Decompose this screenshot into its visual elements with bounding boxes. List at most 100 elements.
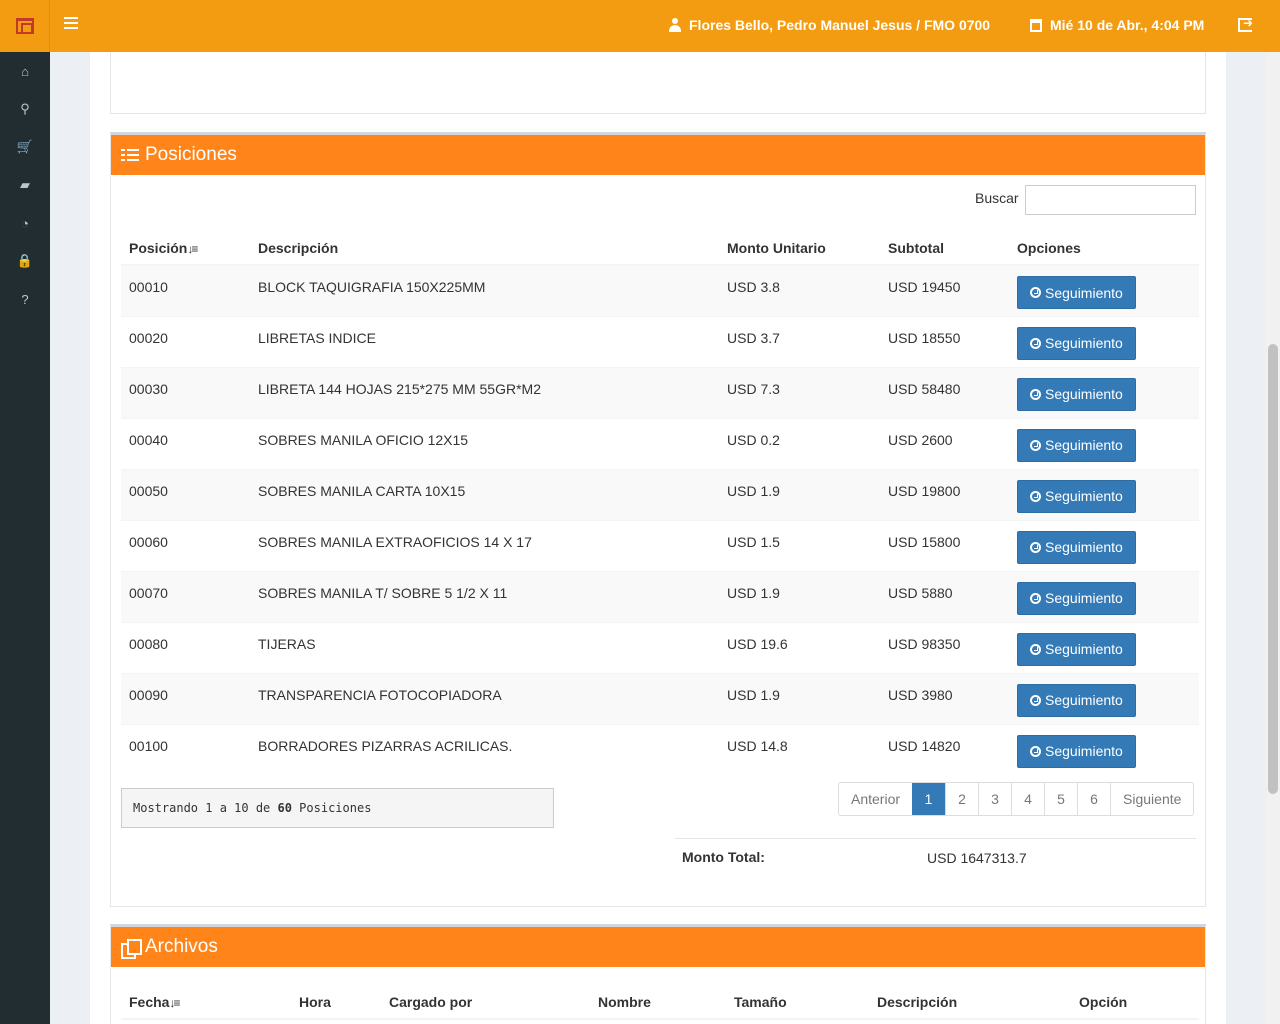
cell-posicion: 00060 — [121, 519, 250, 571]
cell-posicion: 00010 — [121, 264, 250, 316]
seguimiento-button[interactable]: Seguimiento — [1017, 530, 1136, 564]
lock-icon[interactable]: 🔒 — [0, 242, 50, 280]
menu-toggle-icon[interactable] — [64, 17, 78, 29]
cell-opciones: Seguimiento — [1009, 417, 1199, 469]
cell-opciones: Seguimiento — [1009, 315, 1199, 367]
sort-icon[interactable]: ↓≡ — [187, 242, 198, 256]
pagination-page[interactable]: 6 — [1077, 783, 1110, 815]
cell-monto-unitario: USD 3.8 — [719, 264, 880, 316]
pagination-next[interactable]: Siguiente — [1110, 783, 1193, 815]
dashboard-icon — [1030, 337, 1041, 349]
cell-monto-unitario: USD 7.3 — [719, 366, 880, 418]
cell-subtotal: USD 14820 — [880, 723, 1009, 775]
col-hora[interactable]: Hora — [291, 985, 381, 1020]
dashboard-icon — [1030, 643, 1041, 655]
col-descripcion[interactable]: Descripción — [250, 231, 719, 266]
cell-descripcion: SOBRES MANILA EXTRAOFICIOS 14 X 17 — [250, 519, 719, 571]
col-cargado-por[interactable]: Cargado por — [381, 985, 590, 1020]
col-opciones: Opciones — [1009, 231, 1199, 266]
pie-chart-icon[interactable]: ◔ — [0, 204, 50, 242]
col-monto-unitario[interactable]: Monto Unitario — [719, 231, 880, 266]
posiciones-header: Posiciones — [111, 135, 1205, 175]
table-row: 00020 LIBRETAS INDICE USD 3.7 USD 18550 Segu… — [121, 315, 1199, 367]
col-posicion[interactable]: Posición↓≡ — [121, 231, 250, 266]
top-header: Flores Bello, Pedro Manuel Jesus / FMO 0… — [50, 0, 1280, 52]
cell-descripcion: LIBRETAS INDICE — [250, 315, 719, 367]
cell-posicion: 00050 — [121, 468, 250, 520]
seguimiento-button[interactable]: Seguimiento — [1017, 276, 1136, 309]
seguimiento-button[interactable]: Seguimiento — [1017, 581, 1136, 615]
logo[interactable] — [0, 0, 50, 52]
seguimiento-button[interactable]: Seguimiento — [1017, 632, 1136, 666]
logo-icon — [15, 18, 34, 34]
seguimiento-button[interactable]: Seguimiento — [1017, 428, 1136, 462]
cell-subtotal: USD 2600 — [880, 417, 1009, 469]
user-name: Flores Bello, Pedro Manuel Jesus / FMO 0… — [689, 17, 991, 33]
pagination-page[interactable]: 2 — [945, 783, 978, 815]
total-label: Monto Total: — [682, 849, 765, 865]
cell-descripcion: SOBRES MANILA T/ SOBRE 5 1/2 X 11 — [250, 570, 719, 622]
table-row: 00030 LIBRETA 144 HOJAS 215*275 MM 55GR*M… — [121, 366, 1199, 418]
user-info[interactable]: Flores Bello, Pedro Manuel Jesus / FMO 0… — [669, 17, 990, 33]
pagination-page[interactable]: 4 — [1011, 783, 1044, 815]
cell-posicion: 00090 — [121, 672, 250, 724]
posiciones-panel: Posiciones Buscar Posición↓≡ Descripción… — [110, 132, 1206, 907]
home-icon[interactable]: ⌂ — [0, 52, 50, 90]
list-icon — [121, 148, 139, 162]
dashboard-icon — [1030, 541, 1041, 553]
col-descripcion[interactable]: Descripción — [869, 985, 1071, 1020]
seguimiento-button[interactable]: Seguimiento — [1017, 479, 1136, 513]
dashboard-icon — [1030, 490, 1041, 502]
pagination-prev[interactable]: Anterior — [839, 783, 912, 815]
cell-subtotal: USD 18550 — [880, 315, 1009, 367]
dashboard-icon — [1030, 388, 1041, 400]
cell-monto-unitario: USD 1.9 — [719, 468, 880, 520]
archivos-title: Archivos — [145, 936, 218, 957]
dashboard-icon — [1030, 745, 1041, 757]
seguimiento-button[interactable]: Seguimiento — [1017, 326, 1136, 360]
cell-subtotal: USD 3980 — [880, 672, 1009, 724]
scrollbar-thumb[interactable] — [1268, 344, 1278, 794]
pagination-page[interactable]: 3 — [978, 783, 1011, 815]
table-row: 00080 TIJERAS USD 19.6 USD 98350 Seguimiento — [121, 621, 1199, 673]
cell-subtotal: USD 5880 — [880, 570, 1009, 622]
search-input[interactable] — [1025, 185, 1196, 215]
question-icon[interactable]: ? — [0, 280, 50, 318]
sort-icon[interactable]: ↓≡ — [169, 996, 180, 1010]
search-label: Buscar — [975, 190, 1019, 206]
table-row: 00090 TRANSPARENCIA FOTOCOPIADORA USD 1.9 U… — [121, 672, 1199, 724]
col-tamano[interactable]: Tamaño — [726, 985, 869, 1020]
search-icon[interactable]: ⚲ — [0, 90, 50, 128]
cell-monto-unitario: USD 1.9 — [719, 672, 880, 724]
seguimiento-button[interactable]: Seguimiento — [1017, 734, 1136, 768]
seguimiento-button[interactable]: Seguimiento — [1017, 683, 1136, 717]
cell-subtotal: USD 15800 — [880, 519, 1009, 571]
total-value: USD 1647313.7 — [927, 850, 1027, 866]
posiciones-table: Posición↓≡ Descripción Monto Unitario Su… — [121, 231, 1199, 775]
logout-icon[interactable] — [1238, 16, 1253, 32]
calendar-icon — [1030, 18, 1042, 32]
cell-posicion: 00020 — [121, 315, 250, 367]
col-nombre[interactable]: Nombre — [590, 985, 726, 1020]
col-fecha[interactable]: Fecha↓≡ — [121, 985, 291, 1020]
cell-descripcion: SOBRES MANILA OFICIO 12X15 — [250, 417, 719, 469]
cell-opciones: Seguimiento — [1009, 366, 1199, 418]
cell-opciones: Seguimiento — [1009, 519, 1199, 571]
pagination-page[interactable]: 5 — [1044, 783, 1077, 815]
pagination-page[interactable]: 1 — [912, 783, 946, 815]
seguimiento-button[interactable]: Seguimiento — [1017, 377, 1136, 411]
table-row: 00040 SOBRES MANILA OFICIO 12X15 USD 0.2 US… — [121, 417, 1199, 469]
cell-subtotal: USD 58480 — [880, 366, 1009, 418]
cell-monto-unitario: USD 0.2 — [719, 417, 880, 469]
table-row: 00100 BORRADORES PIZARRAS ACRILICAS. USD 1… — [121, 723, 1199, 775]
sidebar: ⌂ ⚲ 🛒 ▰ ◔ 🔒? — [0, 0, 50, 1024]
cell-descripcion: BLOCK TAQUIGRAFIA 150X225MM — [250, 264, 719, 316]
col-subtotal[interactable]: Subtotal — [880, 231, 1009, 266]
cell-opciones: Seguimiento — [1009, 621, 1199, 673]
cell-posicion: 00030 — [121, 366, 250, 418]
cart-icon[interactable]: 🛒 — [0, 128, 50, 166]
cell-opciones: Seguimiento — [1009, 264, 1199, 316]
cell-monto-unitario: USD 19.6 — [719, 621, 880, 673]
truck-icon[interactable]: ▰ — [0, 166, 50, 204]
scrollbar[interactable] — [1266, 52, 1280, 1024]
